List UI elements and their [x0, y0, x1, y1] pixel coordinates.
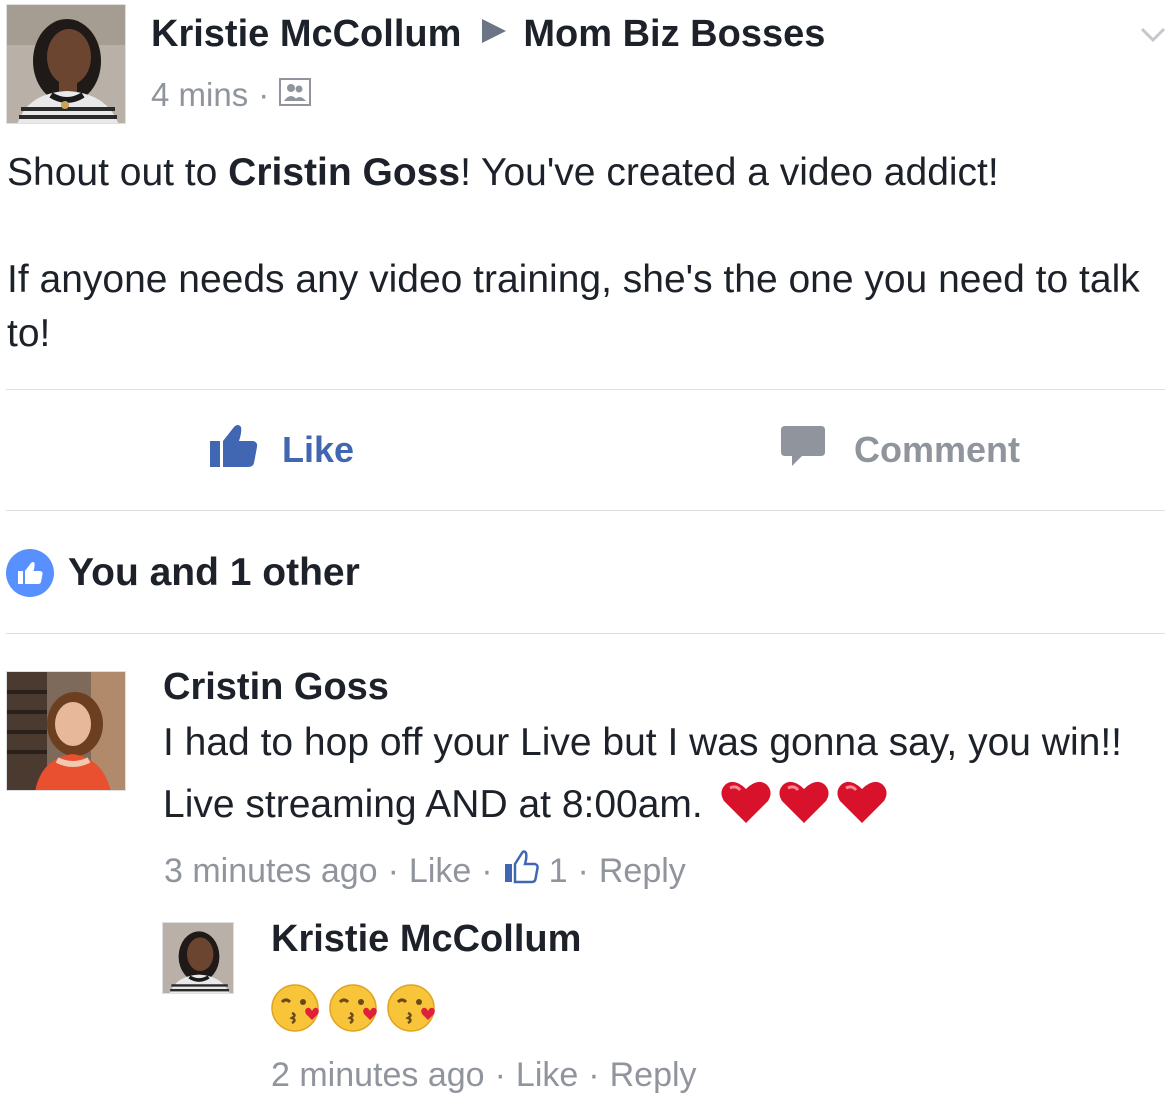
heart-emoji	[836, 779, 888, 844]
comment-text-body: I had to hop off your Live but I was gon…	[163, 721, 1122, 826]
speech-bubble-icon	[780, 424, 854, 477]
like-label: Like	[282, 429, 355, 470]
post-group-name[interactable]: Mom Biz Bosses	[523, 13, 825, 56]
comment-label: Comment	[854, 429, 1021, 470]
meta-separator: ·	[387, 851, 399, 890]
meta-separator: ·	[577, 851, 589, 890]
comment-text: I had to hop off your Live but I was gon…	[163, 712, 1153, 844]
reply-like-link[interactable]: Like	[516, 1056, 578, 1095]
reply-reply-link[interactable]: Reply	[610, 1056, 697, 1095]
like-button[interactable]: Like	[208, 420, 354, 480]
group-audience-icon	[279, 76, 312, 114]
reply-meta: 2 minutes ago · Like · Reply	[271, 1052, 697, 1098]
meta-separator: ·	[258, 76, 270, 113]
post-body-paragraph-2: If anyone needs any video training, she'…	[7, 258, 1140, 355]
heart-emoji	[720, 779, 772, 844]
divider	[6, 633, 1165, 634]
comment-like-count[interactable]: 1	[549, 852, 568, 891]
comment-timestamp[interactable]: 3 minutes ago	[164, 852, 378, 891]
post-body-text-post: ! You've created a video addict!	[460, 151, 999, 194]
reactions-text: You and 1 other	[68, 551, 360, 594]
reply-author-name[interactable]: Kristie McCollum	[271, 918, 581, 961]
meta-separator: ·	[588, 1055, 600, 1094]
reactions-summary[interactable]: You and 1 other	[6, 548, 360, 598]
kiss-emoji	[270, 982, 322, 1039]
post-body-paragraph-1: Shout out to Cristin Goss! You've create…	[7, 146, 1157, 200]
post-author-avatar[interactable]	[6, 4, 126, 124]
comment-author-name[interactable]: Cristin Goss	[163, 666, 389, 709]
like-reaction-icon	[6, 549, 54, 597]
post-author-name[interactable]: Kristie McCollum	[151, 13, 461, 56]
thumbs-up-icon	[208, 423, 282, 478]
comment-button[interactable]: Comment	[780, 420, 1020, 480]
comment-reply-link[interactable]: Reply	[599, 852, 686, 891]
divider	[6, 389, 1165, 390]
comment-meta: 3 minutes ago · Like · 1 · Reply	[164, 848, 686, 894]
post-meta: 4 mins ·	[151, 74, 312, 116]
mention-link[interactable]: Cristin Goss	[228, 151, 460, 194]
comment-author-avatar[interactable]	[6, 671, 126, 791]
reply-author-avatar[interactable]	[162, 922, 234, 994]
heart-emoji	[778, 779, 830, 844]
meta-separator: ·	[481, 851, 493, 890]
meta-separator: ·	[494, 1055, 506, 1094]
thumbs-up-outline-icon[interactable]	[503, 849, 539, 893]
post-timestamp[interactable]: 4 mins	[151, 76, 248, 114]
kiss-emoji	[386, 982, 438, 1039]
reply-timestamp[interactable]: 2 minutes ago	[271, 1056, 485, 1095]
post-header-title: Kristie McCollum Mom Biz Bosses	[151, 10, 825, 58]
reply-emoji-row	[270, 982, 438, 1039]
divider	[6, 510, 1165, 511]
comment-like-link[interactable]: Like	[409, 852, 471, 891]
post-body-text-pre: Shout out to	[7, 151, 229, 194]
triangle-right-icon	[479, 13, 509, 56]
chevron-down-icon[interactable]	[1140, 22, 1165, 48]
kiss-emoji	[328, 982, 380, 1039]
post-body: Shout out to Cristin Goss! You've create…	[7, 146, 1157, 361]
